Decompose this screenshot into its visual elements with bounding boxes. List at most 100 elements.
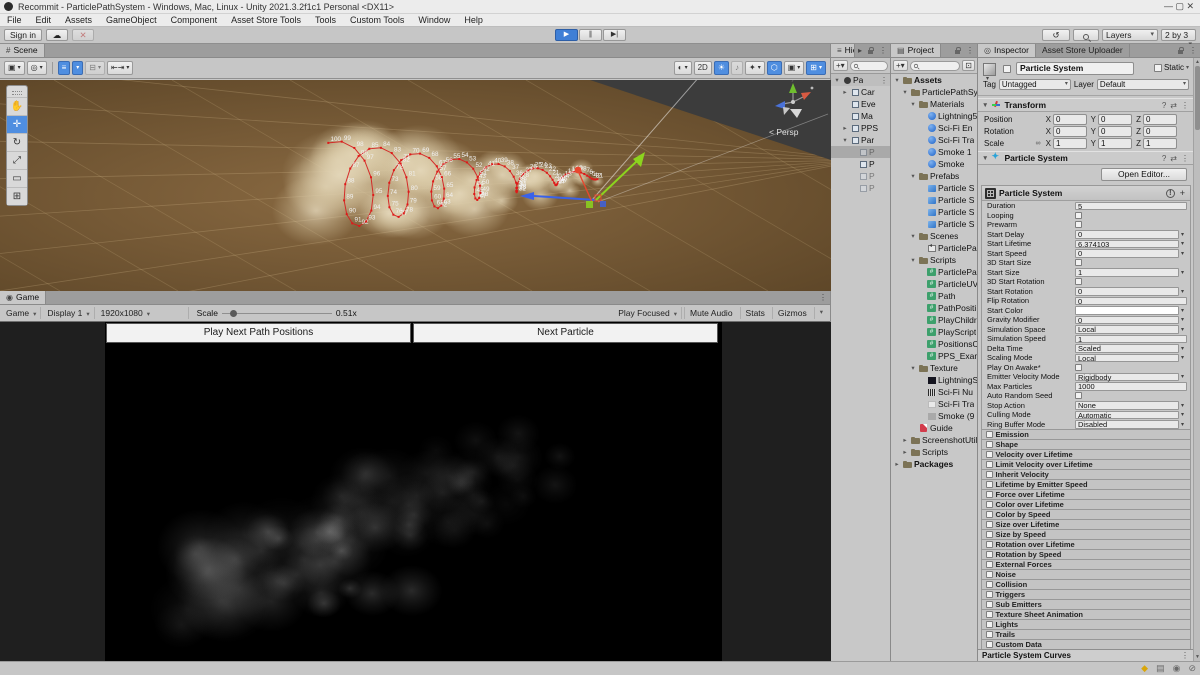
tool-button[interactable]: ▭	[7, 169, 27, 187]
expand-arrow-icon[interactable]	[841, 88, 849, 96]
scale-slider-knob[interactable]	[230, 310, 237, 317]
draw-mode-button[interactable]: ▣▾	[4, 61, 25, 75]
effects-button[interactable]: ✦▾	[745, 61, 765, 75]
expand-arrow-icon[interactable]	[901, 448, 909, 456]
module-row[interactable]: Noise	[982, 569, 1190, 579]
menu-item[interactable]: Edit	[29, 14, 59, 27]
module-checkbox[interactable]	[986, 441, 993, 448]
x-field[interactable]: 0	[1053, 126, 1087, 137]
grid-toggle[interactable]: ⊞▾	[806, 61, 826, 75]
y-field[interactable]: 0	[1098, 126, 1132, 137]
menu-item[interactable]: File	[0, 14, 29, 27]
property-field[interactable]: 1	[1075, 335, 1187, 344]
project-row[interactable]: Materials	[891, 98, 977, 110]
hidden-objects-toggle[interactable]: ⬡	[767, 61, 782, 75]
module-checkbox[interactable]	[986, 491, 993, 498]
gizmos-dropdown[interactable]: Gizmos	[772, 307, 812, 319]
module-row[interactable]: Emission	[982, 429, 1190, 439]
module-row[interactable]: Shape	[982, 439, 1190, 449]
module-checkbox[interactable]	[986, 461, 993, 468]
scene-visibility-button[interactable]: ≡	[58, 61, 71, 75]
inspector-lock-icon[interactable]	[1175, 44, 1186, 57]
project-row[interactable]: Particle S	[891, 218, 977, 230]
project-row[interactable]: PlayChildr	[891, 314, 977, 326]
scene-visibility-dropdown[interactable]: ▾	[72, 61, 83, 75]
module-row[interactable]: Rotation over Lifetime	[982, 539, 1190, 549]
project-row[interactable]: Particle S	[891, 206, 977, 218]
expand-arrow-icon[interactable]	[909, 232, 917, 240]
hierarchy-row[interactable]: Par	[831, 134, 890, 146]
project-row[interactable]: ParticleUV	[891, 278, 977, 290]
tab-hierarchy[interactable]: ≡ Hie	[831, 44, 855, 57]
menu-item[interactable]: Window	[411, 14, 457, 27]
step-button[interactable]: ▶|	[603, 29, 626, 41]
project-row[interactable]: Sci-Fi En	[891, 122, 977, 134]
refresh-icon[interactable]: ⊘	[1188, 663, 1196, 674]
curve-dropdown-icon[interactable]: ▾	[1181, 316, 1187, 323]
project-row[interactable]: Texture	[891, 362, 977, 374]
scroll-up-icon[interactable]: ▲	[1194, 59, 1200, 65]
menu-item[interactable]: Component	[164, 14, 225, 27]
property-field[interactable]: Scaled	[1075, 344, 1179, 353]
project-row[interactable]: PlayScript	[891, 326, 977, 338]
inspector-menu-icon[interactable]: ⋮	[1186, 44, 1200, 57]
tab-asset-store-uploader[interactable]: Asset Store Uploader	[1036, 44, 1130, 57]
static-checkbox[interactable]	[1154, 64, 1162, 72]
menu-item[interactable]: GameObject	[99, 14, 164, 27]
snap-button[interactable]: ⇤⇥▾	[107, 61, 133, 75]
menu-item[interactable]: Assets	[58, 14, 99, 27]
curve-dropdown-icon[interactable]: ▾	[1181, 288, 1187, 295]
expand-arrow-icon[interactable]	[893, 460, 901, 468]
camera-settings-button[interactable]: ◎▾	[27, 61, 47, 75]
module-row[interactable]: Triggers	[982, 589, 1190, 599]
curve-dropdown-icon[interactable]: ▾	[1181, 231, 1187, 238]
hierarchy-row[interactable]: PPS	[831, 122, 890, 134]
audio-toggle[interactable]: ♪	[731, 61, 743, 75]
project-row[interactable]: Particle S	[891, 182, 977, 194]
project-menu-icon[interactable]: ⋮	[963, 44, 977, 57]
scale-slider[interactable]	[222, 313, 332, 314]
module-row[interactable]: Limit Velocity over Lifetime	[982, 459, 1190, 469]
module-checkbox[interactable]	[986, 591, 993, 598]
tool-button[interactable]: ✋	[7, 97, 27, 115]
game-display-mode-dropdown[interactable]: Game	[2, 307, 41, 319]
layers-dropdown[interactable]: Layers	[1102, 29, 1158, 41]
tab-project[interactable]: ▤ Project	[891, 44, 941, 57]
module-checkbox[interactable]	[986, 601, 993, 608]
project-row[interactable]: PPS_Exam	[891, 350, 977, 362]
property-checkbox[interactable]	[1075, 212, 1082, 219]
project-row[interactable]: PositionsC	[891, 338, 977, 350]
module-row[interactable]: Lifetime by Emitter Speed	[982, 479, 1190, 489]
sign-in-button[interactable]: Sign in	[4, 29, 42, 41]
expand-arrow-icon[interactable]	[909, 364, 917, 372]
gizmos-caret[interactable]: ▾	[814, 307, 828, 319]
game-panel-menu-icon[interactable]: ⋮	[816, 291, 830, 304]
property-field[interactable]	[1075, 306, 1179, 315]
module-checkbox[interactable]	[986, 481, 993, 488]
x-field[interactable]: 1	[1053, 138, 1087, 149]
static-caret-icon[interactable]: ▾	[1186, 64, 1189, 71]
activity-icon[interactable]: ◉	[1173, 663, 1181, 674]
gameobject-icon[interactable]	[983, 63, 996, 76]
module-row[interactable]: Color over Lifetime	[982, 499, 1190, 509]
curve-dropdown-icon[interactable]: ▾	[1181, 345, 1187, 352]
property-field[interactable]: Local	[1075, 325, 1179, 334]
module-row[interactable]: Collision	[982, 579, 1190, 589]
expand-arrow-icon[interactable]	[901, 436, 909, 444]
y-field[interactable]: 1	[1098, 138, 1132, 149]
project-row[interactable]: PathPositi	[891, 302, 977, 314]
expand-arrow-icon[interactable]	[841, 136, 849, 144]
gameobject-name-field[interactable]: Particle System	[1016, 62, 1134, 75]
module-row[interactable]: External Forces	[982, 559, 1190, 569]
particle-system-curves-bar[interactable]: Particle System Curves	[978, 649, 1193, 661]
curve-dropdown-icon[interactable]: ▾	[1181, 326, 1187, 333]
tool-button[interactable]: ↻	[7, 133, 27, 151]
game-display-dropdown[interactable]: Display 1	[43, 307, 94, 319]
scrollbar-thumb[interactable]	[1195, 66, 1200, 130]
project-row[interactable]: Scripts	[891, 446, 977, 458]
property-field[interactable]: 1	[1075, 268, 1179, 277]
project-row[interactable]: Assets	[891, 74, 977, 86]
module-checkbox[interactable]	[986, 611, 993, 618]
property-checkbox[interactable]	[1075, 259, 1082, 266]
module-row[interactable]: Size by Speed	[982, 529, 1190, 539]
